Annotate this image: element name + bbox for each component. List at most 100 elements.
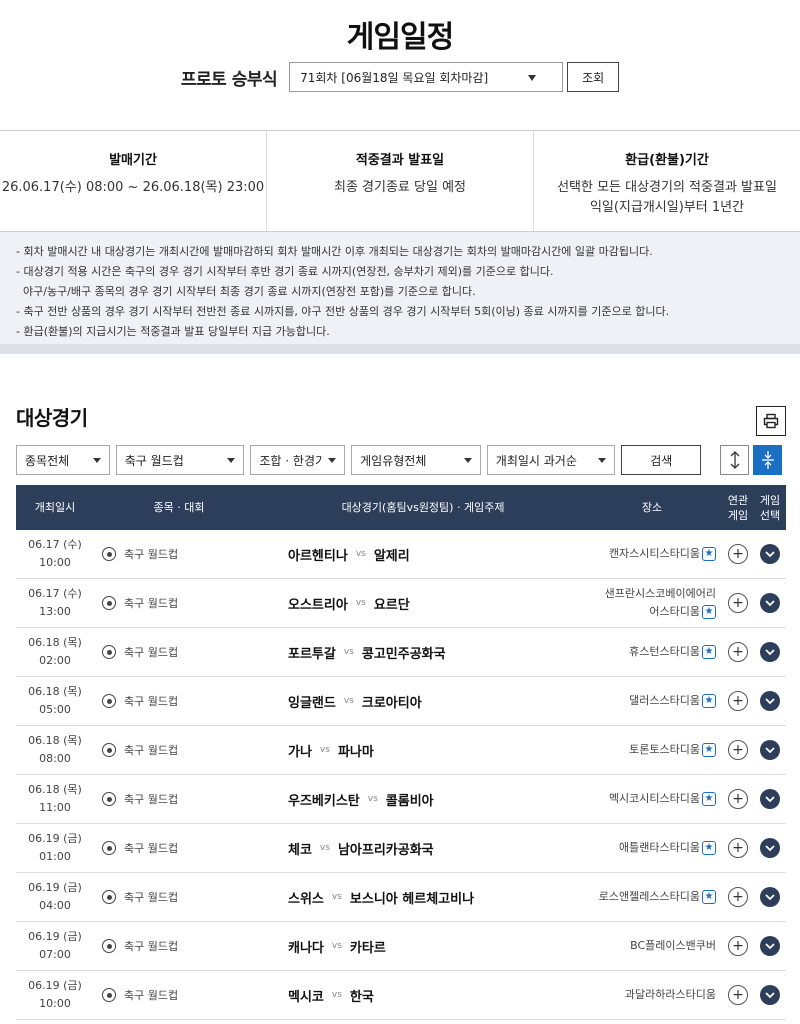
match-sport: 축구 월드컵 [94, 644, 264, 660]
star-icon[interactable]: ★ [702, 645, 716, 659]
star-icon[interactable]: ★ [702, 841, 716, 855]
star-icon[interactable]: ★ [702, 605, 716, 619]
star-icon[interactable]: ★ [702, 547, 716, 561]
select-game-cell [754, 936, 786, 956]
sport-filter-select[interactable]: 종목전체 [16, 445, 110, 475]
sales-info-table: 발매기간 26.06.17(수) 08:00 ~ 26.06.18(목) 23:… [0, 130, 800, 232]
plus-icon[interactable]: + [728, 985, 748, 1005]
match-venue: 샌프란시스코베이에어리 어스타디움 ★ [582, 585, 722, 621]
refund-period-value: 선택한 모든 대상경기의 적중결과 발표일 익일(지급개시일)부터 1년간 [557, 180, 777, 215]
related-game-cell: + [722, 985, 754, 1005]
venue-name: 댈러스스타디움 [629, 694, 700, 707]
printer-icon [763, 413, 779, 429]
match-table: 06.17 (수) 10:00 축구 월드컵 아르헨티나 vs 알제리 캔자스시… [16, 530, 786, 1020]
expand-icon [730, 451, 740, 469]
expand-all-button[interactable] [720, 445, 750, 475]
match-sport: 축구 월드컵 [94, 938, 264, 954]
venue-name: 애틀랜타스타디움 [619, 841, 700, 854]
plus-icon[interactable]: + [728, 789, 748, 809]
star-icon[interactable]: ★ [702, 890, 716, 904]
chevron-down-icon[interactable] [760, 789, 780, 809]
collapse-all-button[interactable] [753, 445, 782, 475]
plus-icon[interactable]: + [728, 642, 748, 662]
star-icon[interactable]: ★ [702, 694, 716, 708]
home-team: 체코 [288, 842, 312, 858]
chevron-down-icon[interactable] [760, 985, 780, 1005]
select-game-cell [754, 985, 786, 1005]
round-selector-row: 프로토 승부식 71회차 [06월18일 목요일 회차마감] 조회 [0, 60, 800, 94]
chevron-down-icon[interactable] [760, 936, 780, 956]
chevron-down-icon[interactable] [760, 838, 780, 858]
col-match: 대상경기(홈팀vs원정팀) · 게임주제 [341, 501, 505, 514]
home-team: 스위스 [288, 891, 324, 907]
combo-filter-value: 조합 · 한경기 [259, 453, 324, 468]
col-venue: 장소 [641, 501, 663, 514]
match-venue: 캔자스시티스타디움 ★ [582, 545, 722, 563]
chevron-down-icon[interactable] [760, 740, 780, 760]
round-select[interactable]: 71회차 [06월18일 목요일 회차마감] [289, 62, 564, 92]
soccer-ball-icon [102, 645, 116, 659]
match-date-time: 08:00 [39, 752, 71, 765]
match-date-day: 06.19 (금) [28, 832, 82, 845]
sort-select[interactable]: 개최일시 과거순 [486, 445, 616, 475]
plus-icon[interactable]: + [728, 740, 748, 760]
plus-icon[interactable]: + [728, 691, 748, 711]
chevron-down-icon[interactable] [760, 593, 780, 613]
plus-icon[interactable]: + [728, 887, 748, 907]
search-button[interactable]: 검색 [621, 445, 702, 475]
col-sport: 종목 · 대회 [153, 501, 205, 514]
match-sport: 축구 월드컵 [94, 889, 264, 905]
match-date-time: 05:00 [39, 703, 71, 716]
match-teams: 스위스 vs 보스니아 헤르체고비나 [264, 888, 582, 907]
chevron-down-icon [328, 458, 337, 463]
league-filter-select[interactable]: 축구 월드컵 [115, 445, 245, 475]
star-icon[interactable]: ★ [702, 743, 716, 757]
plus-icon[interactable]: + [728, 936, 748, 956]
round-select-value: 71회차 [06월18일 목요일 회차마감] [300, 70, 489, 85]
print-button[interactable] [756, 406, 786, 436]
chevron-down-icon[interactable] [760, 887, 780, 907]
game-type-filter-value: 게임유형전체 [360, 453, 427, 468]
match-date-day: 06.19 (금) [28, 881, 82, 894]
match-date-time: 10:00 [39, 556, 71, 569]
match-sport-label: 축구 월드컵 [124, 989, 179, 1002]
match-date-time: 11:00 [39, 801, 71, 814]
game-type-filter-select[interactable]: 게임유형전체 [351, 445, 481, 475]
match-teams: 아르헨티나 vs 알제리 [264, 545, 582, 564]
away-team: 카타르 [349, 940, 386, 956]
table-row: 06.19 (금) 04:00 축구 월드컵 스위스 vs 보스니아 헤르체고비… [16, 873, 786, 922]
match-date: 06.17 (수) 10:00 [16, 536, 94, 572]
table-row: 06.18 (목) 11:00 축구 월드컵 우즈베키스탄 vs 콜롬비아 멕시… [16, 775, 786, 824]
chevron-down-icon[interactable] [760, 642, 780, 662]
page-title: 게임일정 [346, 20, 454, 55]
refund-period-heading: 환급(환불)기간 [625, 153, 709, 168]
away-team: 파나마 [337, 744, 374, 760]
match-sport-label: 축구 월드컵 [124, 891, 179, 904]
plus-icon[interactable]: + [728, 544, 748, 564]
sales-period-heading: 발매기간 [109, 153, 157, 168]
chevron-down-icon[interactable] [760, 691, 780, 711]
star-icon[interactable]: ★ [702, 792, 716, 806]
plus-icon[interactable]: + [728, 593, 748, 613]
refund-period: 환급(환불)기간 선택한 모든 대상경기의 적중결과 발표일 익일(지급개시일)… [534, 131, 800, 231]
combo-filter-select[interactable]: 조합 · 한경기 [250, 445, 346, 475]
away-team: 보스니아 헤르체고비나 [349, 891, 475, 907]
match-date-time: 07:00 [39, 948, 71, 961]
notice-line: - 회차 발매시간 내 대상경기는 개최시간에 발매마감하되 회차 발매시간 이… [16, 245, 653, 258]
match-teams: 멕시코 vs 한국 [264, 986, 582, 1005]
sport-filter-value: 종목전체 [25, 453, 70, 468]
chevron-down-icon[interactable] [760, 544, 780, 564]
match-sport: 축구 월드컵 [94, 595, 264, 611]
filter-row: 종목전체 축구 월드컵 조합 · 한경기 게임유형전체 개최일시 과거순 검색 [16, 445, 786, 475]
match-date-day: 06.19 (금) [28, 930, 82, 943]
away-team: 크로아티아 [361, 695, 422, 711]
round-search-button[interactable]: 조회 [567, 62, 620, 92]
soccer-ball-icon [102, 694, 116, 708]
vs-label: vs [331, 892, 342, 902]
vs-label: vs [331, 990, 342, 1000]
match-date: 06.17 (수) 13:00 [16, 585, 94, 621]
table-row: 06.19 (금) 07:00 축구 월드컵 캐나다 vs 카타르 BC플레이스… [16, 922, 786, 971]
plus-icon[interactable]: + [728, 838, 748, 858]
related-game-cell: + [722, 887, 754, 907]
soccer-ball-icon [102, 547, 116, 561]
